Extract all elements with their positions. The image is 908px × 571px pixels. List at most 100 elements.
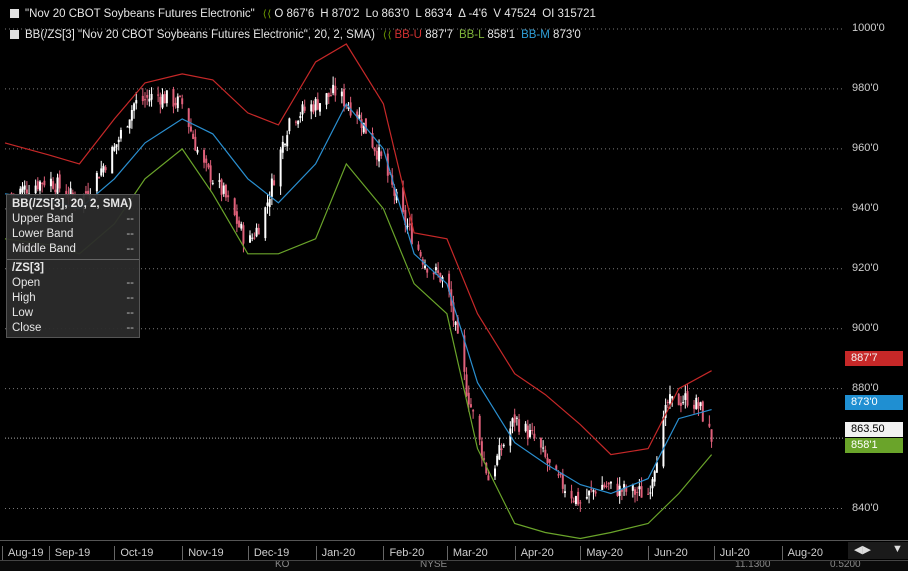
y-tick-label: 940'0 [852,201,879,214]
candle-body [375,150,378,160]
candle-body [465,374,468,396]
x-tick-label: Aug-19 [2,546,43,560]
candle-body [513,414,516,423]
legend-color-swatch[interactable] [10,9,19,18]
candle-body [498,445,501,460]
candle-body [174,102,177,106]
lower-band-price-tag: 858'1 [845,438,903,453]
candle-body [128,119,131,129]
candle-body [113,146,116,151]
bb-upper-label: BB-U [394,29,422,41]
y-tick-label: 900'0 [852,321,879,334]
candle-body [100,168,103,176]
candle-body [49,178,52,187]
bb-legend: BB(/ZS[3] "Nov 20 CBOT Soybeans Futures … [10,29,581,41]
candle-body [303,106,306,111]
candle-body [218,180,221,182]
row-label: Lower Band [12,228,74,240]
candle-body [21,186,24,193]
candle-body [58,174,61,189]
legend-color-swatch[interactable] [10,30,19,39]
open-row: Open -- [12,276,134,291]
candle-body [316,99,319,110]
candle-body [130,109,133,121]
candle-body [408,223,411,226]
data-window-divider [7,259,139,260]
row-value: -- [126,322,134,334]
x-tick-label: Jul-20 [713,546,750,560]
data-window[interactable]: BB(/ZS[3], 20, 2, SMA) Upper Band -- Lowe… [6,194,140,338]
candle-body [286,135,289,147]
candle-body [144,99,146,101]
candle-body [279,149,282,187]
candle-body [588,490,591,496]
row-value: -- [126,243,134,255]
candle-body [669,394,671,404]
candle-body [314,98,317,111]
candle-body [434,267,437,271]
candle-body [699,402,702,406]
candle-body [207,163,210,168]
upper-band-row: Upper Band -- [12,212,134,227]
high-row: High -- [12,291,134,306]
candle-body [264,207,267,239]
row-label: Middle Band [12,243,76,255]
candle-body [340,91,343,97]
candle-body [111,147,114,174]
y-tick-label: 980'0 [852,81,879,94]
candle-body [196,149,199,153]
candle-body [524,423,527,432]
candle-body [235,211,238,224]
candle-body [579,502,582,504]
candle-body [133,103,136,111]
candle-body [592,490,595,492]
legend-nav-arrows[interactable]: ⟨ ⟨ [383,30,392,41]
last-value: L 863'4 [415,8,453,20]
candle-body [163,94,166,104]
candle-body [189,126,192,132]
row-value: -- [126,228,134,240]
row-label: Close [12,322,42,334]
candle-body [500,448,503,451]
candle-body [561,473,564,489]
candle-body [693,404,696,409]
row-value: -- [126,307,134,319]
scroll-arrows-icon[interactable]: ◀▶ [854,543,871,556]
row-value: -- [126,213,134,225]
legend-nav-arrows[interactable]: ⟨ ⟨ [263,9,272,20]
candle-body [192,133,195,139]
candle-body [159,96,162,105]
candle-body [165,90,168,104]
middle-band-price-tag: 873'0 [845,395,903,410]
candle-body [161,94,164,108]
candle-body [181,98,184,105]
chevron-down-icon[interactable]: ▼ [892,543,903,555]
time-scroll-controls[interactable]: ◀▶ ▼ [848,542,908,559]
candle-body [119,129,122,139]
candle-body [419,252,422,257]
candle-body [594,491,597,494]
candle-body [662,416,665,467]
candle-body [334,85,337,96]
candle-body [533,433,536,439]
x-axis[interactable]: Aug-19 Sep-19 Oct-19 Nov-19 Dec-19 Jan-20 Feb-… [0,540,908,561]
row-label: Upper Band [12,213,74,225]
candle-body [590,488,593,490]
candle-body [577,491,580,505]
candle-body [312,104,315,113]
candle-body [472,410,475,412]
candle-body [157,94,160,96]
upper-band-price-tag: 887'7 [845,351,903,366]
candle-body [41,182,44,185]
candle-body [649,492,652,494]
candle-body [574,496,577,504]
candle-body [36,181,39,190]
candle-body [647,493,650,495]
bb-study-title: BB(/ZS[3] "Nov 20 CBOT Soybeans Futures … [25,29,375,41]
candle-body [638,486,641,490]
candle-body [205,158,208,163]
candle-body [358,114,361,119]
candle-body [378,147,381,162]
candle-body [148,98,151,102]
candle-body [544,449,547,457]
